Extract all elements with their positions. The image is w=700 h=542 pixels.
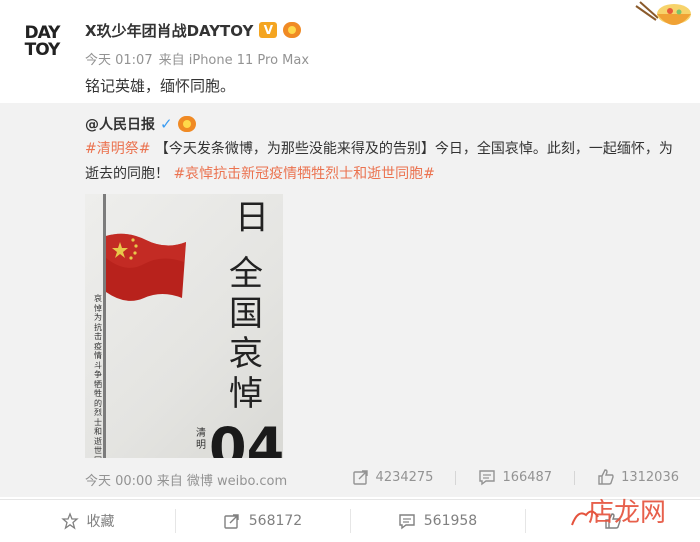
poster-number: 04 <box>209 416 283 458</box>
repost-stats: 4234275 166487 1312036 <box>330 468 679 486</box>
repost-image[interactable]: 日 全国哀悼 哀悼为抗击疫情斗争牺牲的烈士和逝世同胞 清明 04 <box>85 194 283 458</box>
like-icon <box>598 469 614 485</box>
hashtag-mourning[interactable]: #哀悼抗击新冠疫情牺牲烈士和逝世同胞# <box>173 166 434 182</box>
repost-comment-stat[interactable]: 166487 <box>478 468 552 486</box>
repost-meta: 今天 00:00 来自 微博 weibo.com <box>85 470 287 489</box>
vip-badge-icon[interactable]: V <box>259 22 278 38</box>
repost-footer: 今天 00:00 来自 微博 weibo.com 4234275 166487 … <box>85 468 685 489</box>
repost-time[interactable]: 今天 00:00 <box>85 474 153 489</box>
poster-qingming: 清明 <box>196 428 206 451</box>
comment-count: 561958 <box>423 513 478 529</box>
repost-like-stat[interactable]: 1312036 <box>597 468 679 486</box>
share-icon <box>352 470 368 485</box>
repost-container[interactable]: @人民日报 ✓ #清明祭# 【今天发条微博，为那些没能来得及的告别】今日，全国哀… <box>0 103 700 497</box>
hashtag-qingming[interactable]: #清明祭# <box>85 141 150 157</box>
comment-icon <box>479 470 496 486</box>
post-time[interactable]: 今天 01:07 <box>85 53 153 68</box>
weibo-post-card: DAY TOY X玖少年团肖战DAYTOY V 今天 01:07 来自 iPhon… <box>0 0 700 541</box>
poster-title: 全国哀悼 <box>229 254 263 414</box>
repost-share-count: 4234275 <box>375 469 434 485</box>
post-content: 铭记英雄，缅怀同胞。 <box>85 77 236 95</box>
repost-text: #清明祭# 【今天发条微博，为那些没能来得及的告别】今日，全国哀悼。此刻，一起缅… <box>85 137 685 187</box>
share-icon <box>224 514 239 529</box>
chinese-flag-image <box>106 233 186 301</box>
food-bowl-icon <box>635 1 691 25</box>
repost-like-count: 1312036 <box>621 469 679 485</box>
post-meta: 今天 01:07 来自 iPhone 11 Pro Max <box>85 49 315 68</box>
star-icon <box>60 512 79 530</box>
repost-count: 568172 <box>248 513 303 529</box>
favorite-label: 收藏 <box>86 514 115 530</box>
poster-vertical-text: 哀悼为抗击疫情斗争牺牲的烈士和逝世同胞 <box>94 294 102 458</box>
repost-share-stat[interactable]: 4234275 <box>352 468 434 486</box>
fan-badge-icon[interactable] <box>177 116 196 132</box>
repost-button[interactable]: 568172 <box>175 500 350 542</box>
author-row: X玖少年团肖战DAYTOY V <box>85 19 302 41</box>
divider <box>455 471 457 485</box>
verified-icon: ✓ <box>160 115 173 133</box>
comment-icon <box>399 514 415 530</box>
repost-author[interactable]: @人民日报 <box>85 114 155 134</box>
watermark-text: 店龙网 <box>587 498 666 528</box>
poster-top-char: 日 <box>235 198 269 238</box>
repost-source: 来自 微博 weibo.com <box>156 474 288 489</box>
divider <box>574 471 576 485</box>
avatar-text-line2: TOY <box>24 40 61 60</box>
repost-comment-count: 166487 <box>502 469 553 485</box>
favorite-button[interactable]: 收藏 <box>0 500 175 542</box>
fan-badge-icon[interactable] <box>283 22 302 38</box>
post-source: 来自 iPhone 11 Pro Max <box>158 53 310 68</box>
comment-button[interactable]: 561958 <box>350 500 525 542</box>
author-name[interactable]: X玖少年团肖战DAYTOY <box>85 20 253 41</box>
avatar[interactable]: DAY TOY <box>20 20 64 64</box>
repost-author-row: @人民日报 ✓ <box>85 114 196 134</box>
